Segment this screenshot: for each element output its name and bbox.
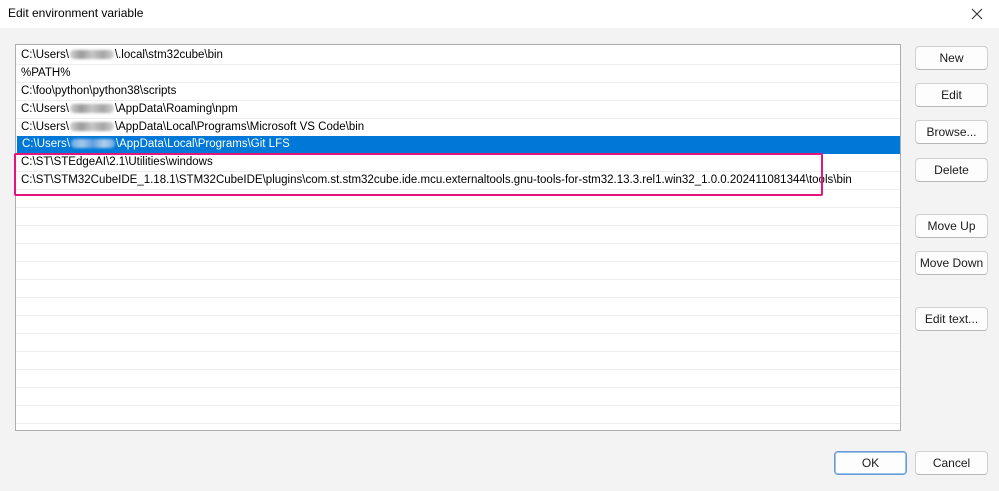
edit-environment-variable-dialog: Edit environment variable C:\Users\ \.loc… [0, 0, 999, 491]
list-item[interactable]: C:\Users\ \AppData\Local\Programs\Microso… [16, 119, 900, 137]
entry-path-prefix: C:\Users\ [21, 121, 69, 133]
entry-path: C:\foo\python\python38\scripts [21, 85, 177, 97]
new-button[interactable]: New [915, 46, 988, 70]
list-item[interactable]: %PATH% [16, 65, 900, 83]
redacted-username [70, 139, 115, 149]
window-title: Edit environment variable [8, 6, 144, 20]
empty-list-row[interactable] [16, 244, 900, 262]
list-item[interactable]: C:\Users\ \.local\stm32cube\bin [16, 47, 900, 65]
redacted-username [69, 104, 114, 114]
edit-text-button[interactable]: Edit text... [915, 307, 988, 331]
delete-button[interactable]: Delete [915, 158, 988, 182]
empty-list-row[interactable] [16, 262, 900, 280]
close-button[interactable] [955, 0, 999, 28]
cancel-button[interactable]: Cancel [915, 451, 988, 475]
close-icon [971, 8, 983, 20]
title-bar: Edit environment variable [0, 0, 999, 28]
empty-list-row[interactable] [16, 388, 900, 406]
list-item[interactable]: C:\ST\STM32CubeIDE_1.18.1\STM32CubeIDE\p… [16, 172, 900, 190]
entry-path-suffix: \AppData\Local\Programs\Git LFS [115, 138, 290, 150]
empty-list-row[interactable] [16, 190, 900, 208]
entry-path-suffix: \AppData\Roaming\npm [114, 103, 238, 115]
entry-path-suffix: \AppData\Local\Programs\Microsoft VS Cod… [114, 121, 365, 133]
redacted-username [69, 122, 114, 132]
entry-path: C:\ST\STM32CubeIDE_1.18.1\STM32CubeIDE\p… [21, 174, 852, 186]
empty-list-row[interactable] [16, 352, 900, 370]
empty-list-row[interactable] [16, 298, 900, 316]
entry-path: %PATH% [21, 67, 71, 79]
list-item[interactable]: C:\foo\python\python38\scripts [16, 83, 900, 101]
edit-button[interactable]: Edit [915, 83, 988, 107]
move-down-button[interactable]: Move Down [915, 251, 988, 275]
entry-path: C:\ST\STEdgeAI\2.1\Utilities\windows [21, 156, 213, 168]
redacted-username [69, 50, 114, 60]
empty-list-row[interactable] [16, 370, 900, 388]
empty-list-row[interactable] [16, 334, 900, 352]
empty-list-row[interactable] [16, 280, 900, 298]
move-up-button[interactable]: Move Up [915, 214, 988, 238]
entry-path-prefix: C:\Users\ [22, 138, 70, 150]
list-item[interactable]: C:\Users\ \AppData\Roaming\npm [16, 101, 900, 119]
ok-button[interactable]: OK [834, 451, 907, 475]
empty-list-row[interactable] [16, 316, 900, 334]
list-item[interactable]: C:\ST\STEdgeAI\2.1\Utilities\windows [16, 154, 900, 172]
empty-list-row[interactable] [16, 226, 900, 244]
empty-list-row[interactable] [16, 208, 900, 226]
browse-button[interactable]: Browse... [915, 120, 988, 144]
entry-path-suffix: \.local\stm32cube\bin [114, 49, 223, 61]
entry-path-prefix: C:\Users\ [21, 103, 69, 115]
empty-list-row[interactable] [16, 406, 900, 424]
list-item-selected[interactable]: C:\Users\ \AppData\Local\Programs\Git LFS [17, 136, 900, 154]
entry-path-prefix: C:\Users\ [21, 49, 69, 61]
path-entries-list[interactable]: C:\Users\ \.local\stm32cube\bin %PATH% C:… [15, 44, 901, 431]
